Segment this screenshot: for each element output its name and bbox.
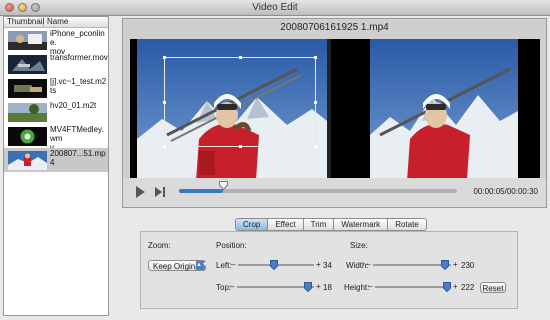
slider-track — [237, 286, 314, 288]
crop-handle[interactable] — [314, 56, 317, 59]
file-thumbnail — [8, 79, 47, 98]
width-minus-icon[interactable]: – — [366, 260, 370, 269]
file-row[interactable]: hv20_01.m2t — [4, 100, 108, 124]
file-list[interactable]: Thumbnail Name iPhone_pconline. mov tran… — [3, 16, 109, 316]
slider-knob[interactable] — [440, 260, 449, 271]
crop-settings-panel: Zoom: Keep Original ▲▼ Position: Size: L… — [140, 231, 518, 309]
column-header-thumbnail[interactable]: Thumbnail — [4, 17, 44, 27]
tab-watermark[interactable]: Watermark — [334, 219, 389, 230]
file-name: hv20_01.m2t — [50, 101, 97, 110]
original-video-view[interactable] — [137, 39, 327, 195]
top-slider[interactable] — [237, 282, 314, 293]
playback-progress-fill — [179, 189, 224, 193]
file-thumbnail — [8, 55, 47, 74]
preview-divider — [327, 39, 331, 195]
slider-track — [375, 286, 451, 288]
left-value: 34 — [323, 261, 332, 270]
file-list-header: Thumbnail Name — [4, 17, 108, 28]
zoom-label: Zoom: — [148, 241, 171, 250]
slider-knob[interactable] — [269, 260, 278, 271]
file-thumbnail — [8, 151, 47, 170]
tab-trim[interactable]: Trim — [304, 219, 335, 230]
edit-tabs: Crop Effect Trim Watermark Rotate — [235, 218, 427, 231]
left-minus-icon[interactable]: – — [231, 260, 235, 269]
height-value: 222 — [461, 283, 475, 292]
title-bar: Video Edit — [0, 0, 550, 16]
file-row-selected[interactable]: 200807...51.mp4 — [4, 148, 108, 172]
video-area — [130, 39, 540, 195]
file-thumbnail — [8, 31, 47, 50]
slider-track — [373, 264, 451, 266]
file-name: 200807...51.mp4 — [50, 149, 106, 167]
top-value: 18 — [323, 283, 332, 292]
playback-time: 00:00:05/00:00:30 — [473, 187, 538, 196]
zoom-select[interactable]: Keep Original ▲▼ — [148, 260, 208, 271]
play-icon[interactable] — [136, 186, 145, 198]
tab-effect[interactable]: Effect — [268, 219, 304, 230]
file-row[interactable]: MV4FTMedley.wm v — [4, 124, 108, 152]
slider-knob[interactable] — [303, 282, 312, 293]
column-header-name[interactable]: Name — [44, 17, 68, 27]
width-plus-icon[interactable]: + — [453, 260, 458, 269]
file-name: transformer.mov — [50, 53, 108, 62]
height-label: Height: — [344, 283, 370, 292]
crop-handle[interactable] — [163, 56, 166, 59]
file-row[interactable]: iPhone_pconline. mov — [4, 28, 108, 56]
crop-handle[interactable] — [163, 145, 166, 148]
height-slider[interactable] — [375, 282, 452, 293]
crop-handle[interactable] — [163, 101, 166, 104]
crop-handle[interactable] — [239, 145, 242, 148]
zoom-select-value: Keep Original — [153, 262, 202, 271]
playhead-handle[interactable] — [218, 181, 228, 191]
left-label: Left: — [216, 261, 232, 270]
file-row[interactable]: transformer.mov — [4, 52, 108, 76]
top-label: Top: — [216, 283, 232, 292]
left-plus-icon[interactable]: + — [316, 260, 321, 269]
width-value: 230 — [461, 261, 475, 270]
next-frame-icon[interactable] — [154, 186, 166, 198]
height-minus-icon[interactable]: – — [368, 282, 372, 291]
file-row[interactable]: [j].vc~1_test.m2ts — [4, 76, 108, 100]
crop-handle[interactable] — [314, 101, 317, 104]
dropdown-arrow-icon: ▲▼ — [196, 261, 208, 270]
video-filename: 20080706161925 1.mp4 — [280, 22, 389, 33]
slider-knob[interactable] — [443, 282, 452, 293]
playback-controls: 00:00:05/00:00:30 — [122, 178, 547, 208]
top-minus-icon[interactable]: – — [230, 282, 234, 291]
crop-handle[interactable] — [239, 56, 242, 59]
tab-rotate[interactable]: Rotate — [388, 219, 426, 230]
reset-button[interactable]: Reset — [480, 282, 506, 293]
size-label: Size: — [350, 241, 368, 250]
position-label: Position: — [216, 241, 247, 250]
window-title: Video Edit — [252, 2, 298, 13]
width-slider[interactable] — [373, 260, 451, 271]
height-plus-icon[interactable]: + — [453, 282, 458, 291]
file-thumbnail — [8, 127, 47, 146]
top-plus-icon[interactable]: + — [316, 282, 321, 291]
tab-crop[interactable]: Crop — [236, 219, 269, 230]
left-slider[interactable] — [238, 260, 314, 271]
file-thumbnail — [8, 103, 47, 122]
cropped-video-view — [370, 39, 518, 195]
file-name: [j].vc~1_test.m2ts — [50, 77, 107, 95]
crop-selection-box[interactable] — [163, 56, 317, 148]
crop-handle[interactable] — [314, 145, 317, 148]
